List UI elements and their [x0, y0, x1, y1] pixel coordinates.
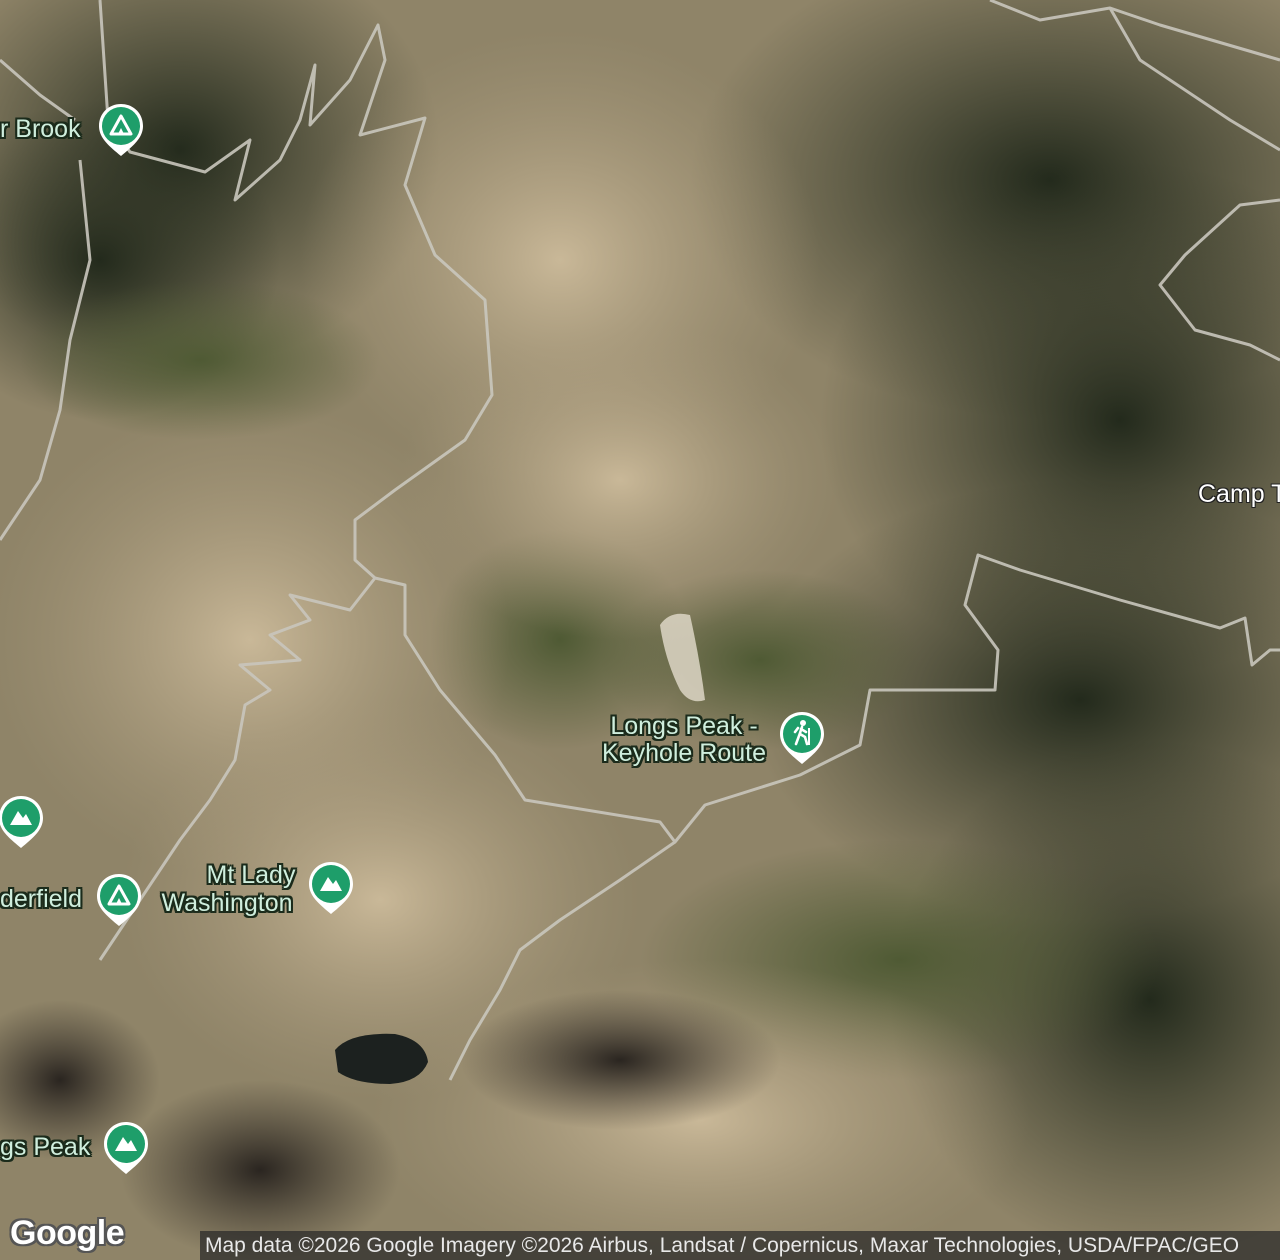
- mountain-pin-left[interactable]: [0, 794, 45, 850]
- place-label-ladywashington-line2[interactable]: Washington: [150, 890, 304, 917]
- hiking-pin-keyhole[interactable]: [778, 710, 826, 766]
- mountain-pin-ladywashington[interactable]: [307, 860, 355, 916]
- map-attribution[interactable]: Map data ©2026 Google Imagery ©2026 Airb…: [200, 1231, 1280, 1260]
- satellite-terrain: [0, 0, 1280, 1260]
- mountain-icon: [0, 796, 43, 848]
- place-label-ladywashington-line1[interactable]: Mt Lady: [196, 862, 306, 889]
- place-label-keyhole-line2[interactable]: Keyhole Route: [586, 740, 782, 767]
- campground-icon: [97, 874, 141, 926]
- place-label-chasm[interactable]: derfield: [0, 886, 82, 913]
- place-label-camp[interactable]: Camp T: [1198, 481, 1280, 508]
- campground-pin-chasm[interactable]: [95, 872, 143, 928]
- campground-icon: [99, 104, 143, 156]
- campground-pin-brook[interactable]: [97, 102, 145, 158]
- google-logo: Google: [10, 1214, 125, 1252]
- hiking-icon: [780, 712, 824, 764]
- mountain-icon: [104, 1122, 148, 1174]
- place-label-keyhole-line1[interactable]: Longs Peak -: [596, 713, 772, 740]
- place-label-brook[interactable]: r Brook: [0, 116, 81, 143]
- map-viewport[interactable]: r Brook Camp T Longs Peak - Keyhole Rout…: [0, 0, 1280, 1260]
- mountain-pin-longspeak[interactable]: [102, 1120, 150, 1176]
- mountain-icon: [309, 862, 353, 914]
- place-label-longspeak[interactable]: gs Peak: [0, 1134, 90, 1161]
